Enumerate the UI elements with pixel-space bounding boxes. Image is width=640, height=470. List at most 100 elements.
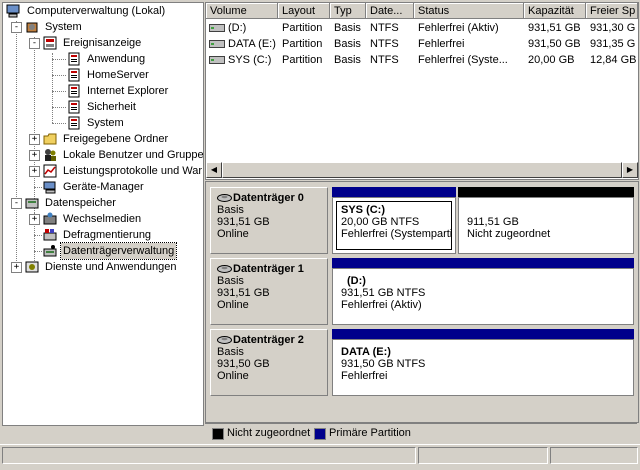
tree-item-system[interactable]: - System [3, 19, 203, 35]
table-row[interactable]: DATA (E:) Partition Basis NTFS Fehlerfre… [206, 36, 638, 52]
storage-icon [25, 198, 39, 209]
computer-icon [6, 4, 20, 18]
status-bar [0, 444, 640, 470]
tree-item-shared-folders[interactable]: + Freigegebene Ordner [3, 131, 203, 147]
cell-layout: Partition [282, 54, 323, 66]
volume-icon [209, 40, 225, 48]
expand-icon[interactable]: + [29, 150, 40, 161]
disk-icon [217, 194, 232, 203]
column-header-layout[interactable]: Layout [278, 3, 330, 19]
disk-info[interactable]: Datenträger 1 Basis 931,51 GB Online [210, 258, 328, 325]
event-viewer-icon [43, 36, 57, 50]
cell-free-space: 931,30 G [590, 22, 636, 34]
table-row[interactable]: (D:) Partition Basis NTFS Fehlerfrei (Ak… [206, 20, 638, 36]
disk-state: Online [217, 299, 249, 311]
scroll-thumb[interactable] [222, 162, 622, 178]
disk-info[interactable]: Datenträger 0 Basis 931,51 GB Online [210, 187, 328, 254]
column-header-filesystem[interactable]: Date... [366, 3, 414, 19]
tree-item-label: Internet Explorer [87, 85, 169, 97]
expand-icon[interactable]: + [11, 262, 22, 273]
disk-icon [217, 336, 232, 345]
column-header-free-space[interactable]: Freier Sp [586, 3, 638, 19]
tree-item-label: Dienste und Anwendungen [45, 261, 177, 273]
list-horizontal-scrollbar[interactable]: ◀ ▶ [206, 162, 638, 178]
partition-content: 911,51 GB Nicht zugeordnet [462, 201, 630, 250]
cell-filesystem: NTFS [370, 38, 399, 50]
disk-row[interactable]: Datenträger 2 Basis 931,50 GB Online DAT… [210, 329, 634, 396]
disk-name: Datenträger 0 [233, 192, 304, 204]
tree-item-log-homeserver[interactable]: HomeServer [3, 67, 203, 83]
volume-list[interactable]: Volume Layout Typ Date... Status Kapazit… [205, 2, 639, 180]
scroll-right-button[interactable]: ▶ [622, 162, 638, 178]
column-header-status[interactable]: Status [414, 3, 524, 19]
tree-item-performance-logs[interactable]: + Leistungsprotokolle und War [3, 163, 203, 179]
tree-item-computer-management[interactable]: Computerverwaltung (Lokal) [3, 3, 203, 19]
tree-item-local-users[interactable]: + Lokale Benutzer und Gruppe [3, 147, 203, 163]
scroll-right-button[interactable]: ▶ [187, 425, 203, 426]
scroll-left-button[interactable]: ◀ [206, 162, 222, 178]
performance-icon [43, 164, 57, 178]
tree-item-label: System [87, 117, 124, 129]
defrag-icon [43, 229, 57, 241]
disk-row[interactable]: Datenträger 0 Basis 931,51 GB Online SYS… [210, 187, 634, 254]
partition-unallocated[interactable]: 911,51 GB Nicht zugeordnet [458, 197, 634, 254]
tree-item-storage[interactable]: - Datenspeicher [3, 195, 203, 211]
volume-icon [209, 24, 225, 32]
partition-size: 911,51 GB [467, 216, 519, 228]
column-header-capacity[interactable]: Kapazität [524, 3, 586, 19]
partition-content: (D:) 931,51 GB NTFS Fehlerfrei (Aktiv) [336, 272, 630, 321]
partition-d[interactable]: (D:) 931,51 GB NTFS Fehlerfrei (Aktiv) [332, 268, 634, 325]
partition-data-e[interactable]: DATA (E:) 931,50 GB NTFS Fehlerfrei [332, 339, 634, 396]
collapse-icon[interactable]: - [11, 22, 22, 33]
disk-size: 931,51 GB [217, 216, 270, 228]
partition-name: SYS (C:) [341, 204, 385, 216]
cell-capacity: 931,50 GB [528, 38, 581, 50]
cell-volume: (D:) [228, 22, 247, 34]
tree-item-log-security[interactable]: Sicherheit [3, 99, 203, 115]
console-tree[interactable]: Computerverwaltung (Lokal) - System - Er… [2, 2, 204, 426]
tree-item-removable-media[interactable]: + Wechselmedien [3, 211, 203, 227]
tree-item-event-viewer[interactable]: - Ereignisanzeige [3, 35, 203, 51]
tree-horizontal-scrollbar[interactable]: ◀ ▶ [3, 425, 203, 426]
event-log-icon [68, 100, 80, 114]
tree-item-device-manager[interactable]: Geräte-Manager [3, 179, 203, 195]
tree-item-defragmentation[interactable]: Defragmentierung [3, 227, 203, 243]
expand-icon[interactable]: + [29, 166, 40, 177]
tree-item-log-system[interactable]: System [3, 115, 203, 131]
removable-media-icon [43, 212, 57, 225]
column-header-volume[interactable]: Volume [206, 3, 278, 19]
tree-item-label: Leistungsprotokolle und War [63, 165, 203, 177]
partition-sys-c[interactable]: SYS (C:) 20,00 GB NTFS Fehlerfrei (Syste… [332, 197, 456, 254]
tree-item-log-internet-explorer[interactable]: Internet Explorer [3, 83, 203, 99]
shared-folder-icon [43, 133, 57, 145]
tree-item-disk-management[interactable]: Datenträgerverwaltung [3, 242, 203, 260]
disk-size: 931,51 GB [217, 287, 270, 299]
primary-partition-bar [332, 329, 634, 339]
partition-name: (D:) [347, 275, 366, 287]
disk-info[interactable]: Datenträger 2 Basis 931,50 GB Online [210, 329, 328, 396]
scroll-left-button[interactable]: ◀ [3, 425, 19, 426]
disk-row[interactable]: Datenträger 1 Basis 931,51 GB Online (D:… [210, 258, 634, 325]
table-row[interactable]: SYS (C:) Partition Basis NTFS Fehlerfrei… [206, 52, 638, 68]
disk-size: 931,50 GB [217, 358, 270, 370]
cell-type: Basis [334, 22, 361, 34]
partition-content: DATA (E:) 931,50 GB NTFS Fehlerfrei [336, 343, 630, 392]
cell-capacity: 20,00 GB [528, 54, 575, 66]
cell-layout: Partition [282, 38, 323, 50]
tree-item-log-application[interactable]: Anwendung [3, 51, 203, 67]
expand-icon[interactable]: + [29, 134, 40, 145]
tree-item-services-applications[interactable]: + Dienste und Anwendungen [3, 259, 203, 275]
disk-state: Online [217, 370, 249, 382]
disk-name: Datenträger 2 [233, 334, 304, 346]
disk-map[interactable]: Datenträger 0 Basis 931,51 GB Online SYS… [205, 181, 639, 423]
disk-type: Basis [217, 275, 244, 287]
device-manager-icon [43, 181, 56, 194]
scroll-thumb[interactable] [19, 425, 185, 426]
collapse-icon[interactable]: - [11, 198, 22, 209]
tree-item-label: Ereignisanzeige [63, 37, 142, 49]
primary-partition-bar [332, 187, 456, 197]
expand-icon[interactable]: + [29, 214, 40, 225]
column-header-type[interactable]: Typ [330, 3, 366, 19]
status-panel [550, 447, 638, 464]
collapse-icon[interactable]: - [29, 38, 40, 49]
